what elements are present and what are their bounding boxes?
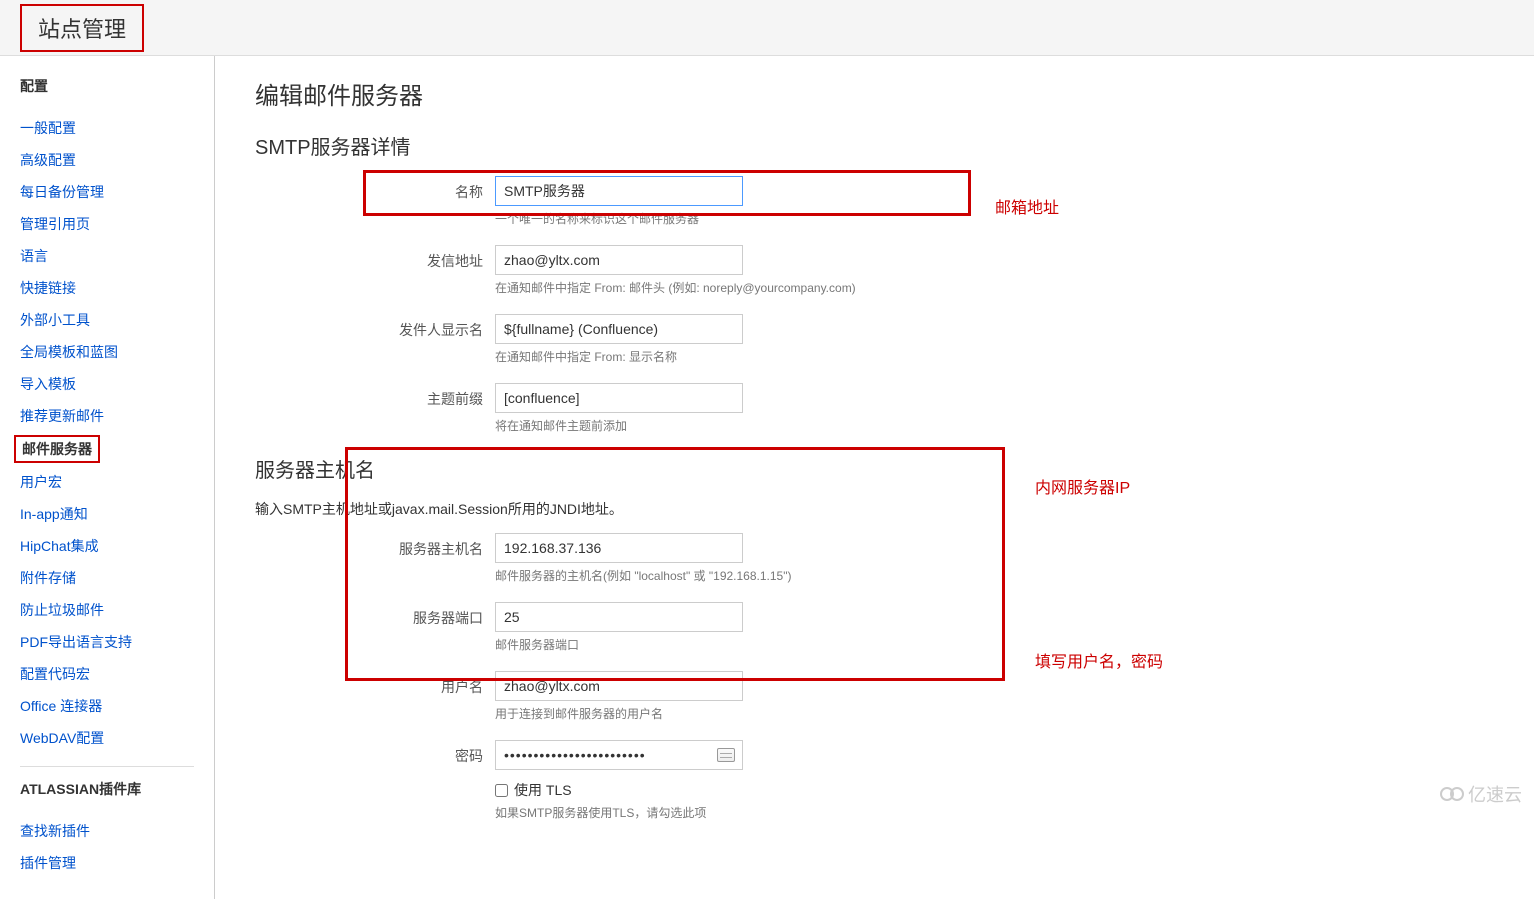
input-password[interactable] xyxy=(495,740,743,770)
form-row-from-address: 发信地址 在通知邮件中指定 From: 邮件头 (例如: noreply@you… xyxy=(255,245,1494,308)
sidebar-item-pdf-export-language[interactable]: PDF导出语言支持 xyxy=(20,626,214,658)
hint-port: 邮件服务器端口 xyxy=(495,636,743,653)
label-port: 服务器端口 xyxy=(255,602,495,628)
sidebar-item-general-config[interactable]: 一般配置 xyxy=(20,112,214,144)
sidebar-item-inapp-notifications[interactable]: In-app通知 xyxy=(20,498,214,530)
watermark-logo-icon xyxy=(1444,787,1464,801)
hostname-help: 输入SMTP主机地址或javax.mail.Session所用的JNDI地址。 xyxy=(255,499,1494,519)
watermark-text: 亿速云 xyxy=(1468,781,1522,807)
input-subject-prefix[interactable] xyxy=(495,383,743,413)
sidebar-item-manage-referrers[interactable]: 管理引用页 xyxy=(20,208,214,240)
smtp-details-heading: SMTP服务器详情 xyxy=(255,131,1494,160)
form-row-name: 名称 一个唯一的名称来标识这个邮件服务器 xyxy=(255,176,1494,239)
label-name: 名称 xyxy=(255,176,495,202)
page-title: 站点管理 xyxy=(38,17,126,42)
hint-from-name: 在通知邮件中指定 From: 显示名称 xyxy=(495,348,743,365)
page-title-highlight: 站点管理 xyxy=(20,4,144,52)
sidebar-item-advanced-config[interactable]: 高级配置 xyxy=(20,144,214,176)
sidebar-item-find-plugins[interactable]: 查找新插件 xyxy=(20,815,214,847)
hint-name: 一个唯一的名称来标识这个邮件服务器 xyxy=(495,210,743,227)
label-hostname: 服务器主机名 xyxy=(255,533,495,559)
sidebar-item-global-templates[interactable]: 全局模板和蓝图 xyxy=(20,336,214,368)
top-header: 站点管理 xyxy=(0,0,1534,56)
content-heading: 编辑邮件服务器 xyxy=(255,76,1494,111)
keyboard-icon[interactable] xyxy=(717,748,735,762)
sidebar: 配置 一般配置 高级配置 每日备份管理 管理引用页 语言 快捷链接 外部小工具 … xyxy=(0,56,215,899)
hint-hostname: 邮件服务器的主机名(例如 "localhost" 或 "192.168.1.15… xyxy=(495,567,791,584)
main-container: 配置 一般配置 高级配置 每日备份管理 管理引用页 语言 快捷链接 外部小工具 … xyxy=(0,56,1534,899)
hint-from-address: 在通知邮件中指定 From: 邮件头 (例如: noreply@yourcomp… xyxy=(495,279,856,296)
input-from-address[interactable] xyxy=(495,245,743,275)
sidebar-item-mail-servers[interactable]: 邮件服务器 xyxy=(22,439,92,459)
input-from-name[interactable] xyxy=(495,314,743,344)
watermark: 亿速云 xyxy=(1444,781,1522,807)
label-from-name: 发件人显示名 xyxy=(255,314,495,340)
sidebar-item-webdav-config[interactable]: WebDAV配置 xyxy=(20,722,214,754)
sidebar-item-manage-plugins[interactable]: 插件管理 xyxy=(20,847,214,879)
form-row-port: 服务器端口 邮件服务器端口 xyxy=(255,602,1494,665)
input-name[interactable] xyxy=(495,176,743,206)
sidebar-section-atlassian-plugins: ATLASSIAN插件库 xyxy=(20,779,214,805)
sidebar-item-external-gadgets[interactable]: 外部小工具 xyxy=(20,304,214,336)
sidebar-item-daily-backup[interactable]: 每日备份管理 xyxy=(20,176,214,208)
form-row-hostname: 服务器主机名 邮件服务器的主机名(例如 "localhost" 或 "192.1… xyxy=(255,533,1494,596)
label-subject-prefix: 主题前缀 xyxy=(255,383,495,409)
hint-subject-prefix: 将在通知邮件主题前添加 xyxy=(495,417,743,434)
checkbox-tls[interactable] xyxy=(495,784,508,797)
label-tls: 使用 TLS xyxy=(514,780,572,800)
sidebar-section-config: 配置 xyxy=(20,76,214,102)
form-row-tls: 使用 TLS 如果SMTP服务器使用TLS，请勾选此项 xyxy=(255,776,1494,833)
sidebar-divider xyxy=(20,766,194,767)
label-tls-spacer xyxy=(255,776,495,782)
sidebar-item-user-macros[interactable]: 用户宏 xyxy=(20,466,214,498)
hint-tls: 如果SMTP服务器使用TLS，请勾选此项 xyxy=(495,804,706,821)
form-row-username: 用户名 用于连接到邮件服务器的用户名 xyxy=(255,671,1494,734)
input-port[interactable] xyxy=(495,602,743,632)
form-row-subject-prefix: 主题前缀 将在通知邮件主题前添加 xyxy=(255,383,1494,446)
hint-username: 用于连接到邮件服务器的用户名 xyxy=(495,705,743,722)
sidebar-item-language[interactable]: 语言 xyxy=(20,240,214,272)
sidebar-item-office-connector[interactable]: Office 连接器 xyxy=(20,690,214,722)
input-hostname[interactable] xyxy=(495,533,743,563)
sidebar-item-spam-prevention[interactable]: 防止垃圾邮件 xyxy=(20,594,214,626)
label-password: 密码 xyxy=(255,740,495,766)
annotation-internal-ip: 内网服务器IP xyxy=(1035,474,1130,498)
label-from-address: 发信地址 xyxy=(255,245,495,271)
input-username[interactable] xyxy=(495,671,743,701)
sidebar-active-highlight: 邮件服务器 xyxy=(14,435,100,463)
label-username: 用户名 xyxy=(255,671,495,697)
sidebar-item-import-templates[interactable]: 导入模板 xyxy=(20,368,214,400)
sidebar-item-recommended-updates[interactable]: 推荐更新邮件 xyxy=(20,400,214,432)
hostname-heading: 服务器主机名 xyxy=(255,454,1494,483)
annotation-email-address: 邮箱地址 xyxy=(995,194,1059,218)
form-row-from-name: 发件人显示名 在通知邮件中指定 From: 显示名称 xyxy=(255,314,1494,377)
content-area: 编辑邮件服务器 SMTP服务器详情 名称 一个唯一的名称来标识这个邮件服务器 发… xyxy=(215,56,1534,899)
sidebar-item-hipchat[interactable]: HipChat集成 xyxy=(20,530,214,562)
sidebar-item-attachment-storage[interactable]: 附件存储 xyxy=(20,562,214,594)
annotation-user-pass: 填写用户名，密码 xyxy=(1035,648,1163,672)
form-row-password: 密码 xyxy=(255,740,1494,770)
sidebar-item-shortcut-links[interactable]: 快捷链接 xyxy=(20,272,214,304)
sidebar-item-code-macro[interactable]: 配置代码宏 xyxy=(20,658,214,690)
